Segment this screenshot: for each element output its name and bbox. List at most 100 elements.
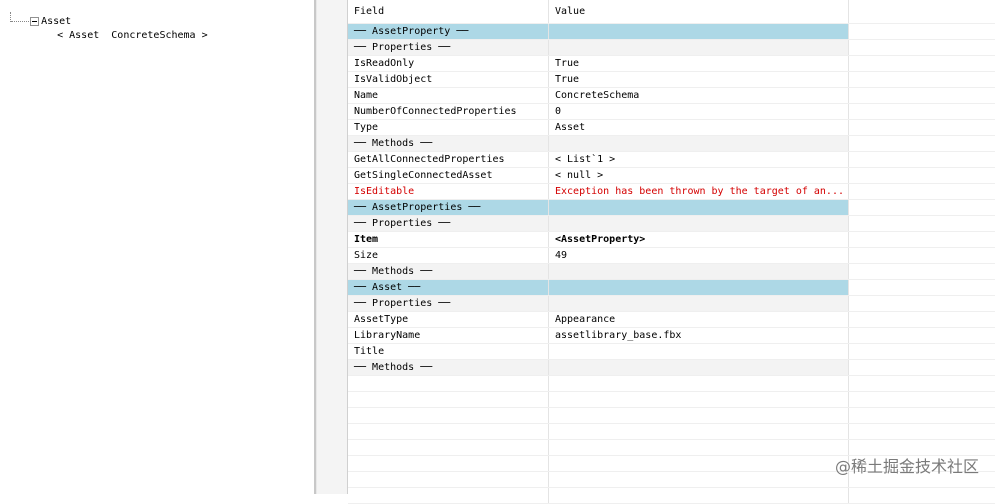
empty-cell bbox=[548, 456, 848, 471]
property-row[interactable]: GetAllConnectedProperties < List`1 > bbox=[348, 152, 995, 168]
value-cell[interactable] bbox=[548, 280, 848, 295]
property-row[interactable]: AssetType Appearance bbox=[348, 312, 995, 328]
value-cell[interactable]: True bbox=[548, 56, 848, 71]
section-row[interactable]: ── AssetProperty ── bbox=[348, 24, 995, 40]
property-grid[interactable]: Field Value ── AssetProperty ── ── Prope… bbox=[348, 0, 995, 504]
field-cell[interactable]: Size bbox=[348, 248, 548, 263]
empty-row bbox=[348, 488, 995, 504]
filler-cell bbox=[848, 296, 995, 311]
field-cell[interactable]: Title bbox=[348, 344, 548, 359]
value-cell[interactable]: 49 bbox=[548, 248, 848, 263]
field-cell[interactable]: Item bbox=[348, 232, 548, 247]
tree-node-concreteschema-label[interactable]: < Asset ConcreteSchema > bbox=[57, 30, 208, 41]
field-cell[interactable]: ── Properties ── bbox=[348, 296, 548, 311]
field-cell[interactable]: ── AssetProperties ── bbox=[348, 200, 548, 215]
property-row[interactable]: Item <AssetProperty> bbox=[348, 232, 995, 248]
empty-cell bbox=[548, 472, 848, 487]
field-cell[interactable]: LibraryName bbox=[348, 328, 548, 343]
object-tree-panel[interactable]: Asset < Asset ConcreteSchema > bbox=[0, 0, 314, 494]
value-cell[interactable]: True bbox=[548, 72, 848, 87]
field-cell[interactable]: ── AssetProperty ── bbox=[348, 24, 548, 39]
value-cell[interactable] bbox=[548, 344, 848, 359]
field-cell[interactable]: GetAllConnectedProperties bbox=[348, 152, 548, 167]
column-header-value[interactable]: Value bbox=[548, 0, 848, 23]
empty-cell bbox=[848, 424, 995, 439]
filler-cell bbox=[848, 312, 995, 327]
empty-cell bbox=[848, 440, 995, 455]
value-cell[interactable] bbox=[548, 264, 848, 279]
column-header-filler bbox=[848, 0, 995, 23]
value-cell[interactable] bbox=[548, 136, 848, 151]
subsection-row[interactable]: ── Properties ── bbox=[348, 296, 995, 312]
value-cell[interactable]: Appearance bbox=[548, 312, 848, 327]
value-cell[interactable] bbox=[548, 24, 848, 39]
filler-cell bbox=[848, 248, 995, 263]
value-cell[interactable]: < List`1 > bbox=[548, 152, 848, 167]
field-cell[interactable]: GetSingleConnectedAsset bbox=[348, 168, 548, 183]
property-row[interactable]: LibraryName assetlibrary_base.fbx bbox=[348, 328, 995, 344]
tree-connector-horizontal bbox=[11, 21, 31, 22]
property-row[interactable]: IsValidObject True bbox=[348, 72, 995, 88]
property-row[interactable]: NumberOfConnectedProperties 0 bbox=[348, 104, 995, 120]
value-cell[interactable]: assetlibrary_base.fbx bbox=[548, 328, 848, 343]
empty-cell bbox=[348, 376, 548, 391]
value-cell[interactable] bbox=[548, 40, 848, 55]
subsection-row[interactable]: ── Properties ── bbox=[348, 216, 995, 232]
value-cell[interactable] bbox=[548, 216, 848, 231]
filler-cell bbox=[848, 360, 995, 375]
property-row[interactable]: Type Asset bbox=[348, 120, 995, 136]
empty-cell bbox=[848, 488, 995, 503]
property-row[interactable]: Title bbox=[348, 344, 995, 360]
field-cell[interactable]: NumberOfConnectedProperties bbox=[348, 104, 548, 119]
field-cell[interactable]: ── Properties ── bbox=[348, 40, 548, 55]
filler-cell bbox=[848, 56, 995, 71]
field-cell[interactable]: IsReadOnly bbox=[348, 56, 548, 71]
property-row[interactable]: Name ConcreteSchema bbox=[348, 88, 995, 104]
field-cell[interactable]: AssetType bbox=[348, 312, 548, 327]
filler-cell bbox=[848, 72, 995, 87]
subsection-row[interactable]: ── Methods ── bbox=[348, 360, 995, 376]
column-header-field[interactable]: Field bbox=[348, 0, 548, 23]
field-cell[interactable]: IsEditable bbox=[348, 184, 548, 199]
field-cell[interactable]: ── Properties ── bbox=[348, 216, 548, 231]
grid-row-header-gutter bbox=[317, 0, 347, 494]
empty-row bbox=[348, 408, 995, 424]
field-cell[interactable]: Type bbox=[348, 120, 548, 135]
field-cell[interactable]: IsValidObject bbox=[348, 72, 548, 87]
value-cell[interactable]: 0 bbox=[548, 104, 848, 119]
subsection-row[interactable]: ── Properties ── bbox=[348, 40, 995, 56]
value-cell[interactable]: Asset bbox=[548, 120, 848, 135]
tree-node-concreteschema[interactable]: < Asset ConcreteSchema > bbox=[33, 15, 208, 41]
value-cell[interactable]: <AssetProperty> bbox=[548, 232, 848, 247]
subsection-row[interactable]: ── Methods ── bbox=[348, 264, 995, 280]
field-cell[interactable]: ── Methods ── bbox=[348, 264, 548, 279]
field-cell[interactable]: Name bbox=[348, 88, 548, 103]
field-cell[interactable]: ── Methods ── bbox=[348, 136, 548, 151]
value-cell[interactable]: ConcreteSchema bbox=[548, 88, 848, 103]
property-row[interactable]: IsReadOnly True bbox=[348, 56, 995, 72]
subsection-row[interactable]: ── Methods ── bbox=[348, 136, 995, 152]
value-cell[interactable] bbox=[548, 360, 848, 375]
field-cell[interactable]: ── Asset ── bbox=[348, 280, 548, 295]
field-cell[interactable]: ── Methods ── bbox=[348, 360, 548, 375]
empty-cell bbox=[848, 408, 995, 423]
empty-cell bbox=[348, 456, 548, 471]
property-row[interactable]: GetSingleConnectedAsset < null > bbox=[348, 168, 995, 184]
empty-cell bbox=[548, 440, 848, 455]
filler-cell bbox=[848, 232, 995, 247]
filler-cell bbox=[848, 136, 995, 151]
value-cell[interactable] bbox=[548, 296, 848, 311]
tree-node-asset[interactable]: Asset bbox=[6, 1, 71, 27]
filler-cell bbox=[848, 264, 995, 279]
filler-cell bbox=[848, 344, 995, 359]
value-cell[interactable]: < null > bbox=[548, 168, 848, 183]
value-cell[interactable] bbox=[548, 200, 848, 215]
value-cell[interactable]: Exception has been thrown by the target … bbox=[548, 184, 848, 199]
property-row[interactable]: Size 49 bbox=[348, 248, 995, 264]
section-row[interactable]: ── AssetProperties ── bbox=[348, 200, 995, 216]
property-row[interactable]: IsEditable Exception has been thrown by t… bbox=[348, 184, 995, 200]
empty-cell bbox=[348, 392, 548, 407]
section-row[interactable]: ── Asset ── bbox=[348, 280, 995, 296]
empty-row bbox=[348, 424, 995, 440]
empty-row bbox=[348, 392, 995, 408]
